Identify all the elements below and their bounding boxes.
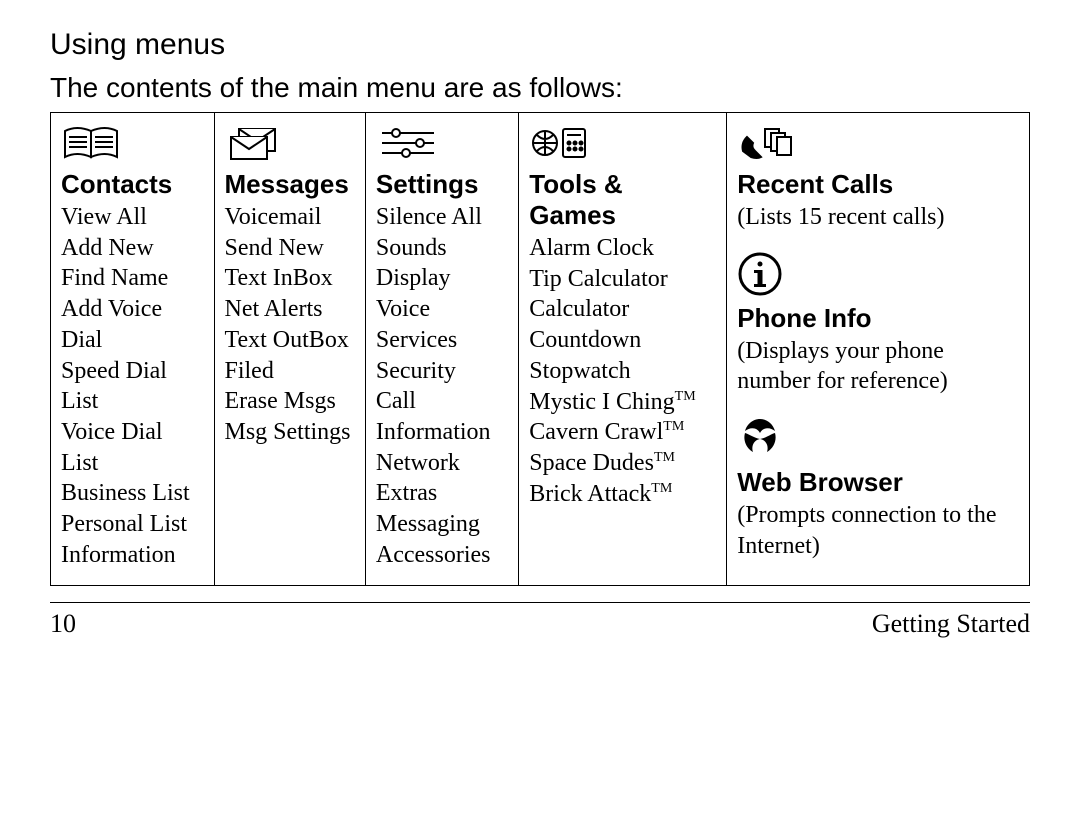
list-messages: Voicemail Send New Text InBox Net Alerts… bbox=[225, 202, 355, 448]
info-icon bbox=[737, 251, 783, 297]
list-tools-games: Alarm Clock Tip Calculator Calculator Co… bbox=[529, 233, 716, 509]
list-item: Services bbox=[376, 325, 508, 356]
intro-text: The contents of the main menu are as fol… bbox=[50, 72, 1030, 104]
list-item: Messaging bbox=[376, 509, 508, 540]
list-item: Tip Calculator bbox=[529, 264, 716, 295]
heading-phone-info: Phone Info bbox=[737, 303, 1019, 334]
list-item: Voice Dial bbox=[61, 417, 204, 448]
list-item: Voicemail bbox=[225, 202, 355, 233]
heading-recent-calls: Recent Calls bbox=[737, 169, 1019, 200]
list-item: Text OutBox bbox=[225, 325, 355, 356]
list-item: Information bbox=[376, 417, 508, 448]
list-item: Speed Dial bbox=[61, 356, 204, 387]
cell-contacts: Contacts View All Add New Find Name Add … bbox=[51, 113, 215, 586]
cell-tools-games: Tools & Games Alarm Clock Tip Calculator… bbox=[519, 113, 727, 586]
menu-table: Contacts View All Add New Find Name Add … bbox=[50, 112, 1030, 586]
heading-contacts: Contacts bbox=[61, 169, 204, 200]
chapter-title: Getting Started bbox=[872, 609, 1030, 639]
envelopes-icon bbox=[225, 123, 289, 163]
list-item: Stopwatch bbox=[529, 356, 716, 387]
list-item: Filed bbox=[225, 356, 355, 387]
list-item: Silence All bbox=[376, 202, 508, 233]
cell-right: Recent Calls (Lists 15 recent calls) Ph bbox=[727, 113, 1030, 586]
heading-settings: Settings bbox=[376, 169, 508, 200]
list-item: Information bbox=[61, 540, 204, 571]
list-item: Accessories bbox=[376, 540, 508, 571]
list-item: Space DudesTM bbox=[529, 448, 716, 479]
browser-swirl-icon bbox=[737, 415, 783, 461]
list-item: Find Name bbox=[61, 263, 204, 294]
list-item: Add New bbox=[61, 233, 204, 264]
list-item: Cavern CrawlTM bbox=[529, 417, 716, 448]
list-item: Display bbox=[376, 263, 508, 294]
heading-messages: Messages bbox=[225, 169, 355, 200]
cell-messages: Messages Voicemail Send New Text InBox N… bbox=[214, 113, 365, 586]
list-item: Dial bbox=[61, 325, 204, 356]
list-item: Network bbox=[376, 448, 508, 479]
desc-phone-info: (Displays your phone number for referenc… bbox=[737, 336, 1019, 397]
list-item: Msg Settings bbox=[225, 417, 355, 448]
list-contacts: View All Add New Find Name Add Voice Dia… bbox=[61, 202, 204, 571]
list-item: Security bbox=[376, 356, 508, 387]
heading-web-browser: Web Browser bbox=[737, 467, 1019, 498]
section-title: Using menus bbox=[50, 28, 1030, 62]
heading-tools-games: Tools & Games bbox=[529, 169, 716, 231]
list-item: List bbox=[61, 386, 204, 417]
list-item: Net Alerts bbox=[225, 294, 355, 325]
list-item: Send New bbox=[225, 233, 355, 264]
list-item: Mystic I ChingTM bbox=[529, 387, 716, 418]
list-item: Personal List bbox=[61, 509, 204, 540]
page-number: 10 bbox=[50, 609, 76, 639]
list-item: List bbox=[61, 448, 204, 479]
list-item: Voice bbox=[376, 294, 508, 325]
phone-history-icon bbox=[737, 123, 801, 163]
globe-calc-icon bbox=[529, 123, 593, 163]
list-item: View All bbox=[61, 202, 204, 233]
list-item: Add Voice bbox=[61, 294, 204, 325]
list-settings: Silence All Sounds Display Voice Service… bbox=[376, 202, 508, 571]
list-item: Extras bbox=[376, 478, 508, 509]
list-item: Erase Msgs bbox=[225, 386, 355, 417]
list-item: Call bbox=[376, 386, 508, 417]
list-item: Sounds bbox=[376, 233, 508, 264]
desc-web-browser: (Prompts connection to the Internet) bbox=[737, 500, 1019, 561]
list-item: Countdown bbox=[529, 325, 716, 356]
list-item: Calculator bbox=[529, 294, 716, 325]
list-item: Alarm Clock bbox=[529, 233, 716, 264]
list-item: Business List bbox=[61, 478, 204, 509]
desc-recent-calls: (Lists 15 recent calls) bbox=[737, 202, 1019, 233]
list-item: Text InBox bbox=[225, 263, 355, 294]
page-footer: 10 Getting Started bbox=[50, 602, 1030, 639]
cell-settings: Settings Silence All Sounds Display Voic… bbox=[365, 113, 518, 586]
list-item: Brick AttackTM bbox=[529, 479, 716, 510]
sliders-icon bbox=[376, 123, 440, 163]
book-icon bbox=[61, 123, 125, 163]
